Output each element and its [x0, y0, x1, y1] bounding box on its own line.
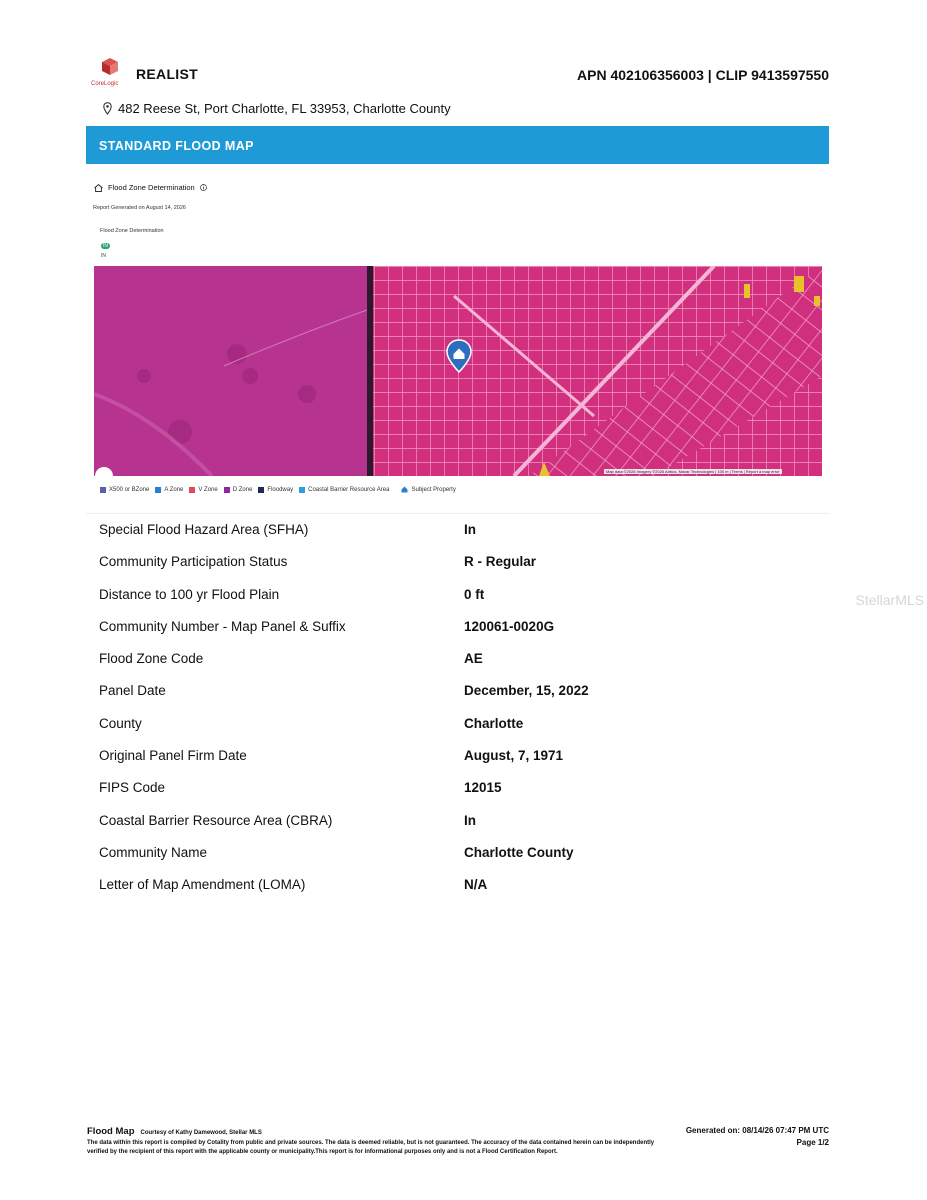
legend-v-zone: V Zone: [189, 486, 218, 493]
row-value: Charlotte County: [464, 844, 574, 860]
table-row: Panel Date December, 15, 2022: [86, 674, 829, 706]
table-row: Community Number - Map Panel & Suffix 120…: [86, 610, 829, 642]
legend-swatch: [258, 486, 265, 493]
footer-disclaimer: The data within this report is compiled …: [87, 1140, 655, 1155]
footer-title: Flood Map Courtesy of Kathy Damewood, Ste…: [87, 1126, 262, 1137]
legend-a-zone: A Zone: [155, 486, 184, 493]
row-label: Original Panel Firm Date: [99, 748, 247, 764]
row-label: Distance to 100 yr Flood Plain: [99, 586, 280, 602]
legend-label: V Zone: [198, 486, 218, 493]
watermark: StellarMLS: [855, 592, 924, 608]
legend-floodway: Floodway: [258, 486, 294, 493]
table-row: Special Flood Hazard Area (SFHA) In: [86, 513, 829, 545]
row-value: R - Regular: [464, 554, 537, 570]
row-label: Letter of Map Amendment (LOMA): [99, 877, 306, 893]
home-icon: [94, 183, 103, 192]
legend-swatch: [189, 486, 196, 493]
map-legend: X500 or BZone A Zone V Zone D Zone Flood…: [100, 486, 456, 493]
row-value: AE: [464, 651, 483, 667]
legend-label: X500 or BZone: [109, 486, 150, 493]
banner-title: STANDARD FLOOD MAP: [99, 139, 254, 153]
footer-report-name: Flood Map: [87, 1126, 135, 1137]
property-address: 482 Reese St, Port Charlotte, FL 33953, …: [118, 101, 451, 116]
row-value: N/A: [464, 877, 488, 893]
row-label: County: [99, 715, 142, 731]
row-value: 120061-0020G: [464, 618, 555, 634]
legend-cbra: Coastal Barrier Resource Area: [299, 486, 390, 493]
table-row: FIPS Code 12015: [86, 771, 829, 803]
row-label: Coastal Barrier Resource Area (CBRA): [99, 812, 333, 828]
row-label: Special Flood Hazard Area (SFHA): [99, 522, 309, 537]
row-value: 12015: [464, 780, 502, 796]
in-toggle[interactable]: IN: [101, 253, 106, 259]
section-banner: STANDARD FLOOD MAP: [86, 126, 829, 164]
row-value: In: [464, 522, 476, 537]
row-label: Panel Date: [99, 683, 166, 699]
row-label: Community Name: [99, 844, 208, 860]
location-pin-icon: [103, 102, 112, 115]
row-value: In: [464, 812, 476, 828]
table-row: Original Panel Firm Date August, 7, 1971: [86, 739, 829, 771]
row-label: FIPS Code: [99, 780, 166, 796]
row-value: August, 7, 1971: [464, 748, 564, 764]
legend-swatch: [223, 486, 230, 493]
legend-swatch: [100, 486, 106, 493]
table-row: Community Participation Status R - Regula…: [86, 545, 829, 577]
brand-name: REALIST: [136, 66, 198, 82]
flood-zone-subheading: Flood Zone Determination: [100, 228, 164, 234]
row-value: December, 15, 2022: [464, 683, 589, 699]
legend-d-zone: D Zone: [223, 486, 253, 493]
flood-data-table: Special Flood Hazard Area (SFHA) In Commu…: [86, 513, 829, 901]
legend-swatch: [155, 486, 162, 493]
legend-label: Floodway: [267, 486, 294, 493]
flood-zone-heading: Flood Zone Determination: [94, 183, 207, 192]
report-generated-date: Report Generated on August 14, 2026: [93, 205, 186, 211]
table-row: Distance to 100 yr Flood Plain 0 ft: [86, 578, 829, 610]
apn-clip: APN 402106356003 | CLIP 9413597550: [577, 67, 829, 83]
address-row: 482 Reese St, Port Charlotte, FL 33953, …: [103, 101, 451, 116]
map-credit: Map data ©2026 Imagery ©2026 Airbus, Max…: [604, 469, 782, 474]
row-label: Community Number - Map Panel & Suffix: [99, 618, 346, 634]
logo-text: CoreLogic: [91, 81, 119, 87]
home-pin-icon: [401, 486, 408, 493]
legend-label: Coastal Barrier Resource Area: [308, 486, 390, 493]
row-value: Charlotte: [464, 715, 524, 731]
legend-subject-property: Subject Property: [401, 486, 456, 493]
flood-map[interactable]: [94, 266, 822, 476]
table-row: County Charlotte: [86, 707, 829, 739]
row-value: 0 ft: [464, 586, 485, 602]
legend-x500-zone: X500 or BZone: [100, 486, 150, 493]
legend-label: D Zone: [232, 486, 253, 493]
table-row: Flood Zone Code AE: [86, 642, 829, 674]
legend-label: Subject Property: [411, 486, 456, 493]
flood-zone-heading-text: Flood Zone Determination: [108, 183, 195, 192]
generated-timestamp: Generated on: 08/14/26 07:47 PM UTC: [685, 1126, 829, 1135]
footer-courtesy: Courtesy of Kathy Damewood, Stellar MLS: [140, 1130, 262, 1136]
row-label: Flood Zone Code: [99, 651, 204, 667]
table-row: Letter of Map Amendment (LOMA) N/A: [86, 868, 829, 900]
table-row: Coastal Barrier Resource Area (CBRA) In: [86, 804, 829, 836]
page-number: Page 1/2: [796, 1138, 829, 1147]
info-icon[interactable]: [199, 184, 207, 191]
in-toggle-active[interactable]: IN: [101, 243, 110, 249]
table-row: Community Name Charlotte County: [86, 836, 829, 868]
legend-swatch: [299, 486, 306, 493]
legend-label: A Zone: [164, 486, 184, 493]
row-label: Community Participation Status: [99, 554, 288, 570]
